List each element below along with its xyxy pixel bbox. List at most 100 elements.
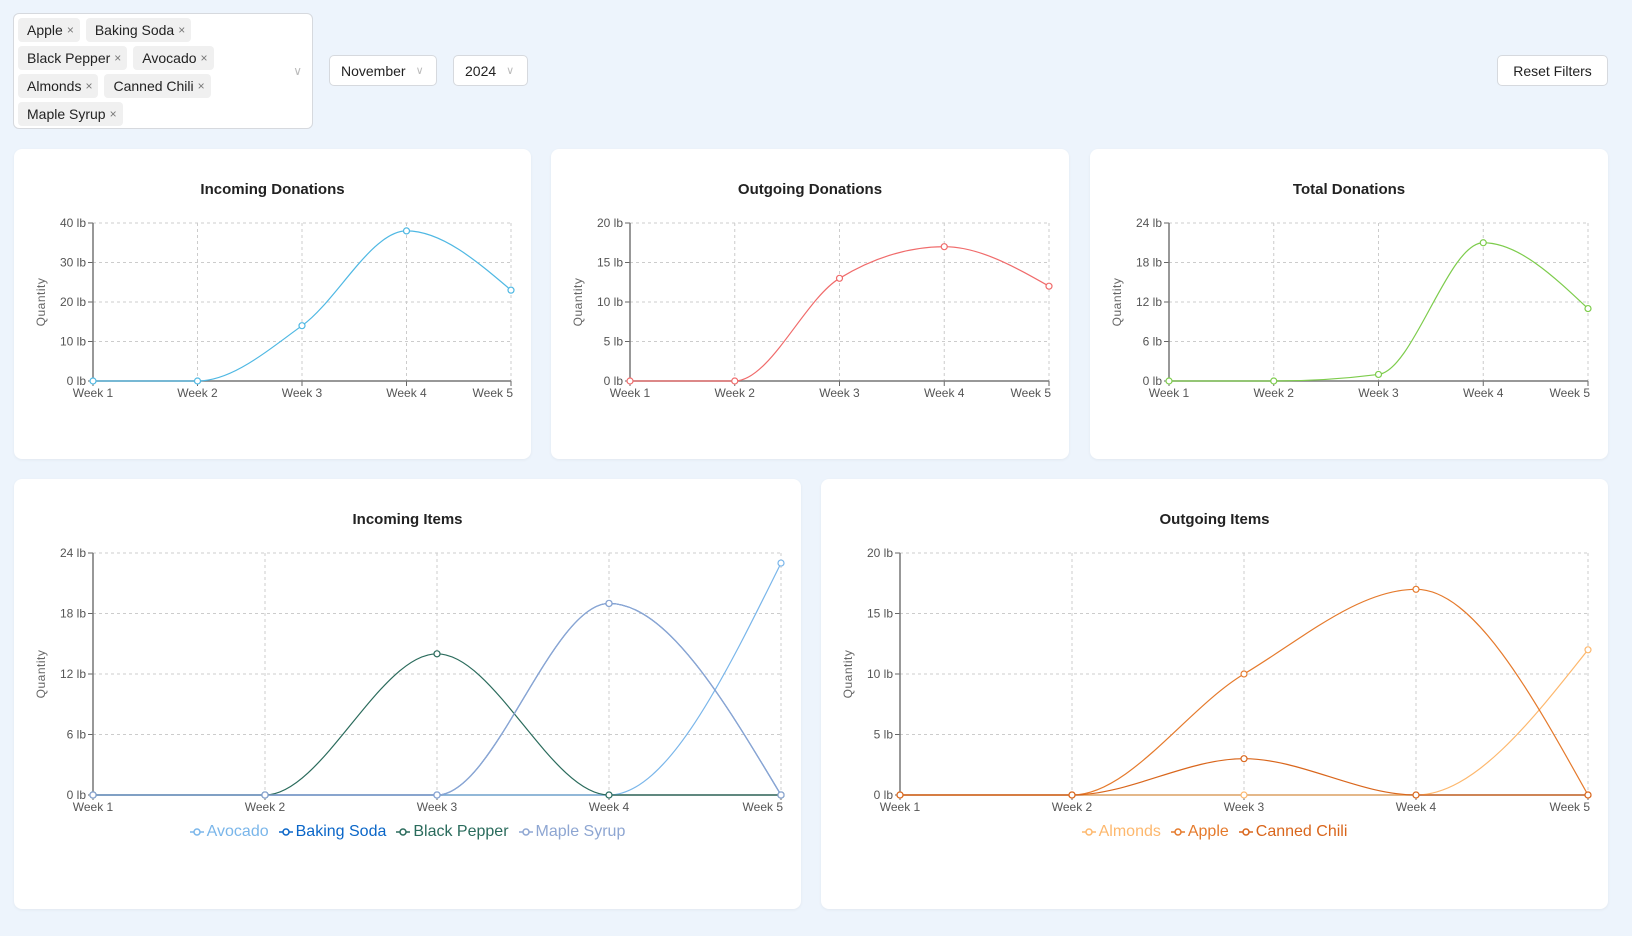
chevron-down-icon: ∨	[506, 65, 515, 77]
legend-item[interactable]: Avocado	[189, 823, 269, 841]
legend-item[interactable]: Baking Soda	[278, 823, 386, 841]
reset-filters-button[interactable]: Reset Filters	[1497, 55, 1608, 86]
data-point[interactable]	[261, 791, 269, 799]
data-point[interactable]	[777, 791, 785, 799]
tag-label: Maple Syrup	[27, 106, 106, 122]
legend-item[interactable]: Almonds	[1081, 823, 1161, 841]
remove-tag-icon[interactable]: ×	[85, 74, 92, 98]
y-tick-label: 20 lb	[597, 216, 623, 230]
data-point[interactable]	[1240, 755, 1248, 763]
data-point[interactable]	[605, 791, 613, 799]
item-multiselect[interactable]: Apple × Baking Soda × Black Pepper × Avocado × A…	[13, 13, 313, 129]
y-tick-label: 20 lb	[867, 546, 893, 560]
data-point[interactable]	[835, 274, 844, 282]
remove-tag-icon[interactable]: ×	[178, 18, 185, 42]
data-point[interactable]	[1584, 646, 1592, 654]
y-tick-label: 20 lb	[60, 295, 86, 309]
legend-line-marker-icon	[278, 828, 293, 836]
remove-tag-icon[interactable]: ×	[110, 102, 117, 126]
data-point[interactable]	[1045, 282, 1053, 290]
x-tick-label: Week 2	[245, 800, 286, 814]
data-point[interactable]	[1584, 791, 1592, 799]
data-point[interactable]	[1165, 377, 1173, 385]
data-point[interactable]	[89, 791, 97, 799]
legend-label: Apple	[1187, 823, 1229, 840]
y-tick-label: 6 lb	[67, 728, 87, 742]
legend-item[interactable]: Black Pepper	[396, 823, 509, 841]
x-tick-label: Week 2	[177, 386, 218, 400]
legend-label: Avocado	[206, 823, 269, 840]
data-point[interactable]	[89, 377, 97, 385]
data-point[interactable]	[1412, 585, 1420, 593]
x-tick-label: Week 5	[1011, 386, 1052, 400]
legend-item[interactable]: Canned Chili	[1238, 823, 1347, 841]
remove-tag-icon[interactable]: ×	[67, 18, 74, 42]
incoming-items-chart: Incoming ItemsQuantity0 lb6 lb12 lb18 lb…	[34, 511, 785, 814]
year-value: 2024	[465, 62, 497, 79]
data-point[interactable]	[433, 650, 441, 658]
data-point[interactable]	[626, 377, 634, 385]
data-point[interactable]	[1412, 791, 1420, 799]
data-point[interactable]	[731, 377, 739, 385]
x-tick-label: Week 3	[1224, 800, 1265, 814]
data-point[interactable]	[1068, 791, 1076, 799]
data-point[interactable]	[940, 243, 948, 251]
data-point[interactable]	[1479, 239, 1487, 247]
chevron-down-icon[interactable]: ∨	[293, 64, 302, 78]
x-tick-label: Week 5	[473, 386, 514, 400]
outgoing-items-card: Outgoing Items Quantity 0 lb 5 lb 10 lb 15 lb…	[821, 479, 1608, 909]
data-point[interactable]	[1240, 670, 1248, 678]
data-point[interactable]	[1270, 377, 1278, 385]
legend-item[interactable]: Maple Syrup	[518, 823, 626, 841]
data-point[interactable]	[433, 791, 441, 799]
x-tick-label: Week 3	[282, 386, 323, 400]
chevron-down-icon: ∨	[415, 65, 424, 77]
x-tick-label: Week 3	[417, 800, 458, 814]
x-tick-label: Week 5	[743, 800, 784, 814]
x-tick-label: Week 4	[386, 386, 427, 400]
y-tick-label: 5 lb	[604, 335, 624, 349]
tag-label: Canned Chili	[113, 78, 194, 94]
x-tick-label: Week 4	[589, 800, 630, 814]
legend-item[interactable]: Apple	[1170, 823, 1229, 841]
y-tick-label: 10 lb	[867, 667, 893, 681]
data-point[interactable]	[1374, 370, 1383, 379]
legend-line-marker-icon	[396, 828, 411, 836]
month-select[interactable]: November ∨	[329, 55, 437, 86]
x-tick-label: Week 1	[880, 800, 921, 814]
remove-tag-icon[interactable]: ×	[201, 46, 208, 70]
data-point[interactable]	[402, 227, 411, 235]
incoming-items-card: Incoming Items Quantity 0 lb 6 lb 12 lb 18 lb…	[14, 479, 801, 909]
tag-label: Black Pepper	[27, 50, 111, 66]
x-tick-label: Week 1	[73, 386, 114, 400]
data-point[interactable]	[1240, 791, 1248, 799]
year-select[interactable]: 2024 ∨	[453, 55, 528, 86]
y-tick-label: 18 lb	[1136, 256, 1162, 270]
incoming-donations-card: Incoming Donations Quantity 0 lb 10 lb 20 lb…	[14, 149, 531, 459]
legend-line-marker-icon	[1238, 828, 1253, 836]
x-tick-label: Week 4	[924, 386, 965, 400]
total-donations-chart: Total DonationsQuantity0 lb6 lb12 lb18 l…	[1110, 181, 1592, 400]
chart-title: Incoming Donations	[200, 181, 344, 198]
chart-title: Incoming Items	[352, 511, 462, 528]
y-tick-label: 40 lb	[60, 216, 86, 230]
y-axis-label: Quantity	[34, 650, 48, 699]
tag-label: Avocado	[142, 50, 197, 66]
x-tick-label: Week 1	[1149, 386, 1190, 400]
data-point[interactable]	[193, 377, 202, 385]
data-point[interactable]	[298, 322, 306, 330]
data-point[interactable]	[605, 599, 613, 608]
x-tick-label: Week 2	[1052, 800, 1093, 814]
legend-line-marker-icon	[518, 828, 533, 836]
legend-label: Maple Syrup	[535, 823, 626, 840]
data-point[interactable]	[896, 791, 904, 799]
data-point[interactable]	[777, 559, 785, 567]
y-tick-label: 30 lb	[60, 256, 86, 270]
outgoing-items-chart: Outgoing ItemsQuantity0 lb5 lb10 lb15 lb…	[841, 511, 1592, 814]
legend-label: Black Pepper	[413, 823, 509, 840]
data-point[interactable]	[1584, 304, 1592, 313]
y-axis-label: Quantity	[34, 278, 48, 327]
data-point[interactable]	[507, 286, 515, 294]
remove-tag-icon[interactable]: ×	[198, 74, 205, 98]
remove-tag-icon[interactable]: ×	[114, 46, 121, 70]
